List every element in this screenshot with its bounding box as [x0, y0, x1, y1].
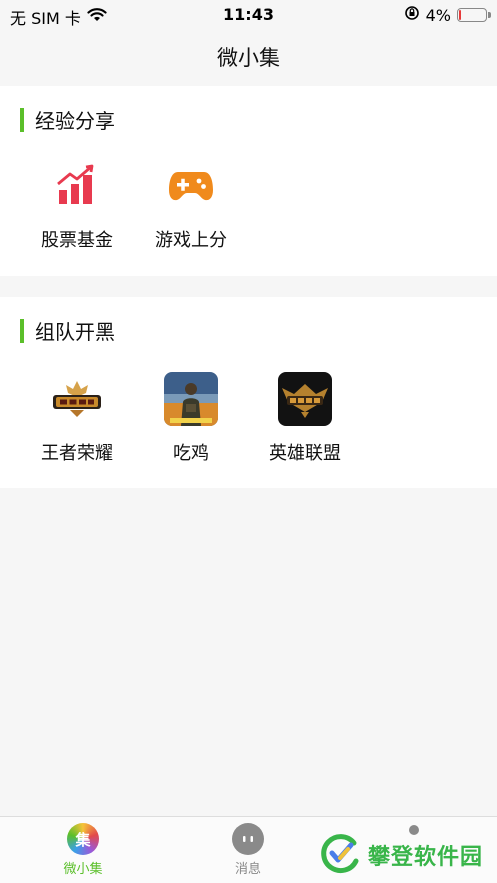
section-accent-bar: [20, 318, 24, 343]
grid-item-label: 股票基金: [41, 230, 113, 251]
section-accent-bar: [20, 107, 24, 132]
grid-item-stocks[interactable]: 股票基金: [27, 158, 127, 252]
message-icon: [232, 823, 264, 855]
grid-item-label: 吃鸡: [173, 443, 209, 464]
battery-percent: 4%: [425, 5, 451, 25]
battery-fill: [459, 10, 461, 20]
tab-label: 微小集: [63, 862, 103, 877]
section-team-up: 组队开黑 王者荣耀 吃鸡 英雄联盟: [0, 297, 497, 488]
honor-of-kings-icon: [49, 371, 105, 427]
lol-artwork: [278, 372, 332, 426]
watermark-logo-icon: [318, 831, 362, 879]
section-header: 经验分享: [20, 105, 115, 134]
status-bar: 无 SIM 卡 11:43 4%: [0, 0, 497, 30]
section-title: 经验分享: [35, 109, 115, 133]
stock-chart-icon: [49, 158, 105, 214]
orientation-lock-icon: [404, 5, 420, 25]
tab-messages[interactable]: 消息: [198, 823, 298, 877]
section-title: 组队开黑: [35, 320, 115, 344]
tab-home[interactable]: 集 微小集: [33, 823, 133, 877]
page-title: 微小集: [217, 46, 280, 70]
pubg-artwork: [164, 372, 218, 426]
grid-item-gaming[interactable]: 游戏上分: [141, 158, 241, 252]
nav-bar: 微小集: [0, 30, 497, 84]
grid-item-label: 王者荣耀: [41, 443, 113, 464]
gamepad-icon: [163, 158, 219, 214]
tab-bar: 集 微小集 消息 攀登软件园: [0, 816, 497, 883]
pubg-icon: [163, 371, 219, 427]
status-right: 4%: [404, 5, 491, 25]
tab-label: 消息: [234, 862, 261, 877]
home-collection-icon: 集: [67, 823, 99, 855]
league-of-legends-icon: [277, 371, 333, 427]
grid-item-honor-of-kings[interactable]: 王者荣耀: [27, 371, 127, 465]
watermark: 攀登软件园: [318, 831, 483, 879]
watermark-text: 攀登软件园: [367, 845, 483, 870]
grid-item-pubg[interactable]: 吃鸡: [141, 371, 241, 465]
grid-item-label: 英雄联盟: [269, 443, 341, 464]
grid-item-label: 游戏上分: [155, 230, 227, 251]
section-experience: 经验分享 股票基金 游戏上分: [0, 86, 497, 276]
section-header: 组队开黑: [20, 316, 115, 345]
grid-item-league-of-legends[interactable]: 英雄联盟: [255, 371, 355, 465]
battery-icon: [457, 8, 491, 22]
